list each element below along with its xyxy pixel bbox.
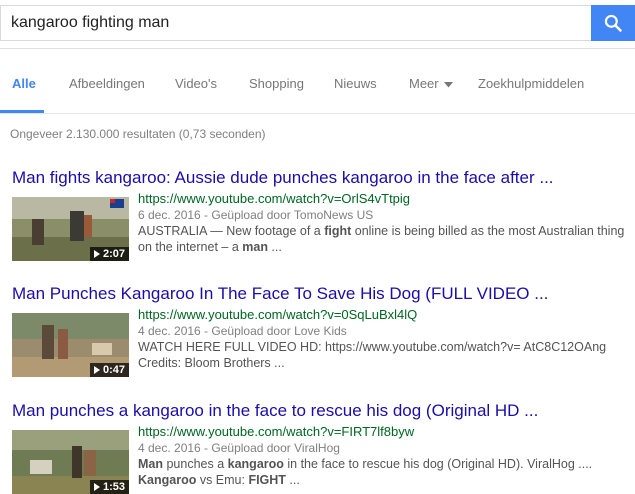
snippet-text: in the face to rescue his dog (Original … [283, 457, 593, 471]
result-snippet: WATCH HERE FULL VIDEO HD: https://www.yo… [138, 339, 628, 371]
tab-zoekhulpmiddelen[interactable]: Zoekhulpmiddelen [478, 76, 584, 91]
search-result: Man punches a kangaroo in the face to re… [12, 401, 632, 494]
result-meta: 6 dec. 2016 - Geüpload door TomoNews US [138, 208, 374, 222]
video-thumbnail[interactable]: 2:07 [12, 197, 129, 261]
snippet-text: vs Emu: [196, 473, 249, 487]
search-icon [604, 14, 622, 32]
snippet-highlight: fight [324, 224, 352, 238]
result-title-link[interactable]: Man fights kangaroo: Aussie dude punches… [12, 168, 632, 188]
video-duration-label: 2:07 [102, 248, 125, 260]
tab-videos[interactable]: Video's [175, 76, 217, 91]
snippet-text: punches a [163, 457, 228, 471]
tab-nieuws[interactable]: Nieuws [334, 76, 377, 91]
result-url: https://www.youtube.com/watch?v=0SqLuBxl… [138, 307, 418, 322]
video-duration-label: 1:53 [102, 481, 125, 493]
caret-down-icon [444, 81, 454, 88]
video-thumbnail[interactable]: 0:47 [12, 313, 129, 377]
result-meta: 4 dec. 2016 - Geüpload door ViralHog [138, 441, 340, 455]
tab-alle[interactable]: Alle [12, 76, 36, 91]
result-details: https://www.youtube.com/watch?v=OrlS4vTt… [138, 191, 628, 255]
result-title-link[interactable]: Man Punches Kangaroo In The Face To Save… [12, 284, 632, 304]
result-details: https://www.youtube.com/watch?v=0SqLuBxl… [138, 307, 628, 371]
snippet-text: ... [267, 240, 282, 254]
result-snippet: Man punches a kangaroo in the face to re… [138, 456, 628, 488]
tab-shopping[interactable]: Shopping [249, 76, 304, 91]
snippet-highlight: Man [138, 457, 163, 471]
result-title-link[interactable]: Man punches a kangaroo in the face to re… [12, 401, 632, 421]
result-meta: 4 dec. 2016 - Geüpload door Love Kids [138, 324, 347, 338]
snippet-text: ... [285, 473, 300, 487]
snippet-text: AUSTRALIA — New footage of a [138, 224, 325, 238]
play-icon [93, 250, 100, 258]
tab-afbeeldingen[interactable]: Afbeeldingen [69, 76, 145, 91]
play-icon [93, 366, 100, 374]
play-icon [93, 483, 100, 491]
result-details: https://www.youtube.com/watch?v=FIRT7lf8… [138, 424, 628, 488]
video-duration: 2:07 [89, 247, 129, 261]
snippet-highlight: Kangaroo [138, 473, 197, 487]
result-url: https://www.youtube.com/watch?v=FIRT7lf8… [138, 424, 415, 439]
video-thumbnail[interactable]: 1:53 [12, 430, 129, 494]
snippet-highlight: FIGHT [248, 473, 286, 487]
result-stats: Ongeveer 2.130.000 resultaten (0,73 seco… [10, 127, 266, 141]
result-snippet: AUSTRALIA — New footage of a fight onlin… [138, 223, 628, 255]
search-input[interactable] [11, 6, 571, 40]
search-tabs: Alle Afbeeldingen Video's Shopping Nieuw… [0, 58, 635, 114]
video-duration-label: 0:47 [102, 364, 125, 376]
search-bar [0, 0, 635, 49]
video-duration: 1:53 [89, 480, 129, 494]
active-tab-indicator [0, 110, 44, 113]
snippet-highlight: kangaroo [227, 457, 284, 471]
search-result: Man fights kangaroo: Aussie dude punches… [12, 168, 632, 261]
search-button[interactable] [591, 5, 635, 41]
search-result: Man Punches Kangaroo In The Face To Save… [12, 284, 632, 377]
tab-meer-label: Meer [409, 76, 439, 91]
snippet-text: WATCH HERE FULL VIDEO HD: https://www.yo… [138, 340, 607, 370]
snippet-highlight: man [242, 240, 268, 254]
result-url: https://www.youtube.com/watch?v=OrlS4vTt… [138, 191, 411, 206]
tab-meer[interactable]: Meer [409, 76, 454, 91]
video-duration: 0:47 [89, 363, 129, 377]
search-box[interactable] [0, 5, 591, 41]
